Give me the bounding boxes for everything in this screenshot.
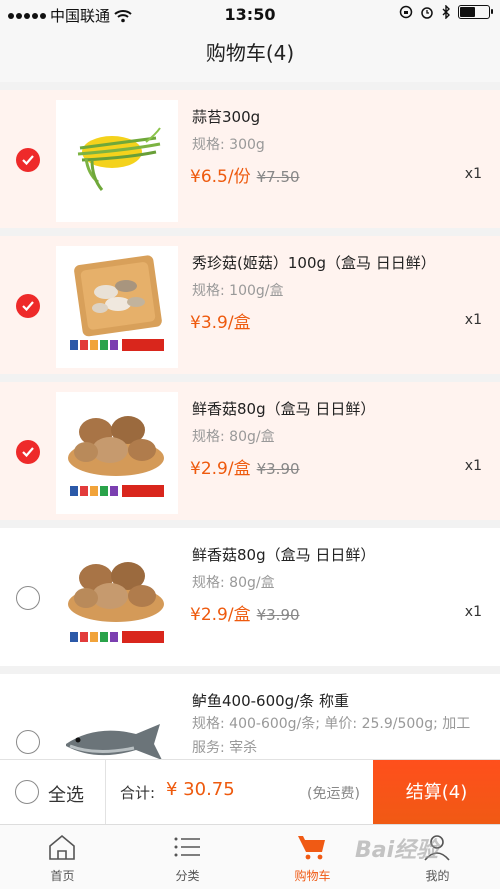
tab-label: 购物车 <box>294 869 331 883</box>
product-spec: 规格: 80g/盒 <box>192 575 275 591</box>
product-image-sea-bass[interactable] <box>56 684 178 759</box>
cart-list[interactable]: 蒜苔300g 规格: 300g ¥6.5/份 ¥7.50 x1 秀珍菇(姬菇）10… <box>0 82 500 759</box>
product-quantity[interactable]: x1 <box>465 458 482 474</box>
select-all-toggle[interactable]: 全选 <box>0 760 106 825</box>
tab-profile[interactable]: 我的 <box>375 825 500 889</box>
profile-icon <box>424 835 450 861</box>
page-title: 购物车(4) <box>0 30 500 82</box>
product-price: ¥2.9/盒 ¥3.90 <box>190 605 300 625</box>
item-checkbox-checked[interactable] <box>16 440 40 464</box>
product-image-shiitake-mushrooms[interactable] <box>56 392 178 514</box>
bluetooth-icon <box>442 5 450 19</box>
checkout-bar: 全选 合计: ¥ 30.75 (免运费) 结算(4) <box>0 759 500 825</box>
product-spec: 规格: 100g/盒 <box>192 283 284 299</box>
home-icon <box>49 834 75 860</box>
item-checkbox-unchecked[interactable] <box>16 586 40 610</box>
checkout-button[interactable]: 结算(4) <box>373 760 500 825</box>
cart-item[interactable]: 鲜香菇80g（盒马 日日鲜） 规格: 80g/盒 ¥2.9/盒 ¥3.90 x1 <box>0 528 500 666</box>
tab-bar: 首页 分类 购物车 我的 <box>0 824 500 889</box>
cart-item[interactable]: 鲈鱼400-600g/条 称重 规格: 400-600g/条; 单价: 25.9… <box>0 674 500 759</box>
product-spec: 规格: 300g <box>192 137 265 153</box>
list-icon <box>174 837 200 857</box>
tab-label: 首页 <box>50 869 75 883</box>
select-all-checkbox[interactable] <box>15 780 39 804</box>
status-bar: 中国联通 13:50 <box>0 0 500 30</box>
total-label: 合计: <box>120 784 156 802</box>
product-name[interactable]: 秀珍菇(姬菇）100g（盒马 日日鲜） <box>192 252 436 273</box>
checkmark-icon <box>22 447 34 458</box>
select-all-label[interactable]: 全选 <box>48 781 84 807</box>
original-price: ¥7.50 <box>256 168 300 186</box>
product-image-shiitake-mushrooms[interactable] <box>56 538 178 660</box>
product-price: ¥6.5/份 ¥7.50 <box>190 167 300 187</box>
checkmark-icon <box>22 301 34 312</box>
cart-item[interactable]: 秀珍菇(姬菇）100g（盒马 日日鲜） 规格: 100g/盒 ¥3.9/盒 x1 <box>0 236 500 374</box>
product-price: ¥2.9/盒 ¥3.90 <box>190 459 300 479</box>
free-shipping-note: (免运费) <box>307 786 360 802</box>
product-price: ¥3.9/盒 <box>190 313 251 333</box>
item-checkbox-unchecked[interactable] <box>16 730 40 754</box>
product-spec: 规格: 80g/盒 <box>192 429 275 445</box>
cart-icon <box>298 836 325 860</box>
checkmark-icon <box>22 155 34 166</box>
product-name[interactable]: 蒜苔300g <box>192 106 260 127</box>
product-name[interactable]: 鲜香菇80g（盒马 日日鲜） <box>192 398 375 419</box>
product-quantity[interactable]: x1 <box>465 604 482 620</box>
product-name[interactable]: 鲈鱼400-600g/条 称重 <box>192 690 349 711</box>
original-price: ¥3.90 <box>256 460 300 478</box>
product-quantity[interactable]: x1 <box>465 312 482 328</box>
product-quantity[interactable]: x1 <box>465 166 482 182</box>
tab-home[interactable]: 首页 <box>0 825 125 889</box>
cart-item[interactable]: 鲜香菇80g（盒马 日日鲜） 规格: 80g/盒 ¥2.9/盒 ¥3.90 x1 <box>0 382 500 520</box>
item-checkbox-checked[interactable] <box>16 294 40 318</box>
cart-item[interactable]: 蒜苔300g 规格: 300g ¥6.5/份 ¥7.50 x1 <box>0 90 500 228</box>
product-image-oyster-mushrooms[interactable] <box>56 246 178 368</box>
total-amount: ¥ 30.75 <box>166 779 235 800</box>
rotation-lock-icon <box>399 5 413 19</box>
tab-cart[interactable]: 购物车 <box>250 825 375 889</box>
product-spec: 规格: 400-600g/条; 单价: 25.9/500g; 加工服务: 宰杀 <box>192 716 471 756</box>
status-right <box>399 5 493 19</box>
alarm-icon <box>421 7 433 19</box>
tab-label: 分类 <box>175 869 200 883</box>
battery-icon <box>458 5 493 19</box>
product-name[interactable]: 鲜香菇80g（盒马 日日鲜） <box>192 544 375 565</box>
tab-label: 我的 <box>425 869 450 883</box>
original-price: ¥3.90 <box>256 606 300 624</box>
item-checkbox-checked[interactable] <box>16 148 40 172</box>
tab-category[interactable]: 分类 <box>125 825 250 889</box>
product-image-garlic-scapes[interactable] <box>56 100 178 222</box>
